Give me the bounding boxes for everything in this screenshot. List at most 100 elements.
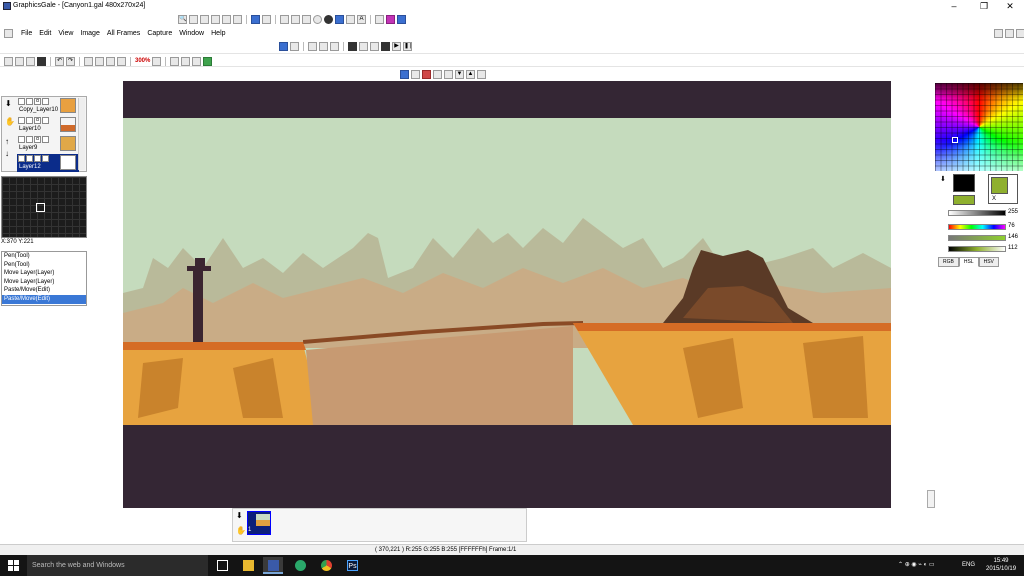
eraser-tool-icon[interactable] xyxy=(397,14,406,24)
line-tool-icon[interactable] xyxy=(291,14,300,24)
zoom-dropdown-icon[interactable] xyxy=(152,56,162,66)
history-item[interactable]: Pen(Tool) xyxy=(2,252,86,261)
link-toggle-icon[interactable] xyxy=(42,155,49,162)
tab-hsl[interactable]: HSL xyxy=(958,257,979,267)
foreground-color[interactable] xyxy=(953,174,975,192)
link-toggle-icon[interactable] xyxy=(42,98,49,105)
zoom-level[interactable]: 300% xyxy=(135,58,150,64)
layer-up-icon[interactable]: ↑ xyxy=(5,137,9,146)
pen-tool-icon[interactable] xyxy=(280,14,289,24)
navigator-preview[interactable] xyxy=(1,176,87,238)
taskbar-search[interactable]: Search the web and Windows xyxy=(27,555,208,576)
layer-row[interactable]: α Copy_Layer10 xyxy=(17,97,79,115)
menu-window[interactable]: Window xyxy=(179,30,204,37)
document-icon[interactable] xyxy=(4,29,13,38)
color-palette[interactable] xyxy=(935,83,1023,171)
select-lasso-icon[interactable] xyxy=(211,14,220,24)
menu-edit[interactable]: Edit xyxy=(39,30,51,37)
transparency-icon[interactable] xyxy=(192,56,202,66)
layer-row-selected[interactable]: α Layer12 xyxy=(17,154,79,172)
visibility-icon[interactable] xyxy=(18,117,25,124)
swap-label[interactable]: X xyxy=(992,196,996,202)
menu-file[interactable]: File xyxy=(21,30,32,37)
visibility-icon[interactable] xyxy=(18,136,25,143)
hue-slider[interactable]: 76 xyxy=(940,222,1022,233)
alpha-slider[interactable]: 255 xyxy=(940,208,1022,219)
layer-row[interactable]: α Layer10 xyxy=(17,116,79,134)
add-frame-icon[interactable] xyxy=(348,41,357,51)
visibility-icon[interactable] xyxy=(18,98,25,105)
menu-view[interactable]: View xyxy=(58,30,73,37)
transform-tool-icon[interactable] xyxy=(251,14,260,24)
lock-icon[interactable] xyxy=(26,155,33,162)
history-item-selected[interactable]: Paste/Move(Edit) xyxy=(2,294,86,304)
layer-lock-icon[interactable] xyxy=(411,69,420,79)
lock-icon[interactable] xyxy=(26,117,33,124)
canvas-area[interactable] xyxy=(123,81,891,508)
copy-frame-icon[interactable] xyxy=(359,41,368,51)
paste-icon[interactable] xyxy=(106,56,115,66)
merge-icon[interactable] xyxy=(400,69,409,79)
link-icon[interactable] xyxy=(477,69,486,79)
menu-all-frames[interactable]: All Frames xyxy=(107,30,140,37)
history-item[interactable]: Move Layer(Layer) xyxy=(2,278,86,287)
gradient-tool-icon[interactable] xyxy=(346,14,355,24)
visibility-icon[interactable] xyxy=(18,155,25,162)
file-explorer-button[interactable] xyxy=(238,557,258,574)
frame-props-icon[interactable] xyxy=(279,41,288,51)
tile-icon[interactable] xyxy=(181,56,191,66)
link-toggle-icon[interactable] xyxy=(42,136,49,143)
history-item[interactable]: Paste/Move(Edit) xyxy=(2,286,86,295)
delete-color-icon[interactable] xyxy=(422,69,431,79)
play-icon[interactable]: ▶ xyxy=(392,41,401,51)
minimize-button[interactable]: – xyxy=(940,0,968,12)
lock-icon[interactable] xyxy=(26,136,33,143)
rectangle-tool-icon[interactable] xyxy=(302,14,311,24)
browser-taskbar-button[interactable] xyxy=(290,557,310,574)
graphicsgale-taskbar-button[interactable] xyxy=(263,557,283,574)
menu-capture[interactable]: Capture xyxy=(147,30,172,37)
close-button[interactable]: ✕ xyxy=(996,0,1024,12)
frame-hand-icon[interactable]: ✋ xyxy=(236,526,246,535)
color-mode-icon[interactable] xyxy=(203,56,213,66)
flip-icon[interactable] xyxy=(433,69,442,79)
task-view-button[interactable] xyxy=(212,557,232,574)
maximize-button[interactable]: ❐ xyxy=(970,0,998,12)
frame-menu-icon[interactable] xyxy=(290,41,299,51)
layer-hand-icon[interactable]: ✋ xyxy=(5,117,15,126)
new-file-icon[interactable] xyxy=(4,56,13,66)
zoom-tool-icon[interactable]: 🔍 xyxy=(178,14,187,24)
link-toggle-icon[interactable] xyxy=(42,117,49,124)
layer-add-icon[interactable]: ⬇ xyxy=(5,99,12,108)
menu-help[interactable]: Help xyxy=(211,30,225,37)
text-tool-icon[interactable]: A xyxy=(357,14,366,24)
frame-add-icon[interactable]: ⬇ xyxy=(236,511,243,520)
search-icon[interactable] xyxy=(26,56,35,66)
hand-tool-icon[interactable] xyxy=(189,14,198,24)
next-frame-icon[interactable] xyxy=(330,41,339,51)
ellipse-tool-icon[interactable] xyxy=(313,14,322,24)
alpha-icon[interactable]: α xyxy=(34,98,41,105)
paste-options-icon[interactable] xyxy=(117,56,126,66)
mdi-close-icon[interactable] xyxy=(1016,28,1024,38)
tray-icons[interactable]: ⌃ ⊕ ◉ ⌁ ◐ ▭ xyxy=(898,555,935,576)
arrow-up-icon[interactable]: ▲ xyxy=(466,69,475,79)
canvas-image[interactable] xyxy=(123,118,891,425)
chrome-taskbar-button[interactable] xyxy=(316,557,336,574)
tab-hsv[interactable]: HSV xyxy=(978,257,999,267)
language-indicator[interactable]: ENG xyxy=(962,555,975,576)
history-item[interactable]: Move Layer(Layer) xyxy=(2,269,86,278)
mdi-restore-icon[interactable] xyxy=(1005,28,1014,38)
brush-size-icon[interactable] xyxy=(262,14,271,24)
photoshop-taskbar-button[interactable]: Ps xyxy=(342,557,362,574)
color-swatch-panel[interactable]: X xyxy=(988,174,1018,204)
canvas-scrollbar[interactable] xyxy=(927,490,935,508)
copy-icon[interactable] xyxy=(95,56,104,66)
save-icon[interactable] xyxy=(37,56,46,66)
magic-wand-icon[interactable] xyxy=(222,14,231,24)
grid-icon[interactable] xyxy=(170,56,180,66)
history-item[interactable]: Pen(Tool) xyxy=(2,261,86,270)
undo-icon[interactable]: ↶ xyxy=(55,56,64,66)
replace-color-icon[interactable] xyxy=(386,14,395,24)
lock-icon[interactable] xyxy=(26,98,33,105)
